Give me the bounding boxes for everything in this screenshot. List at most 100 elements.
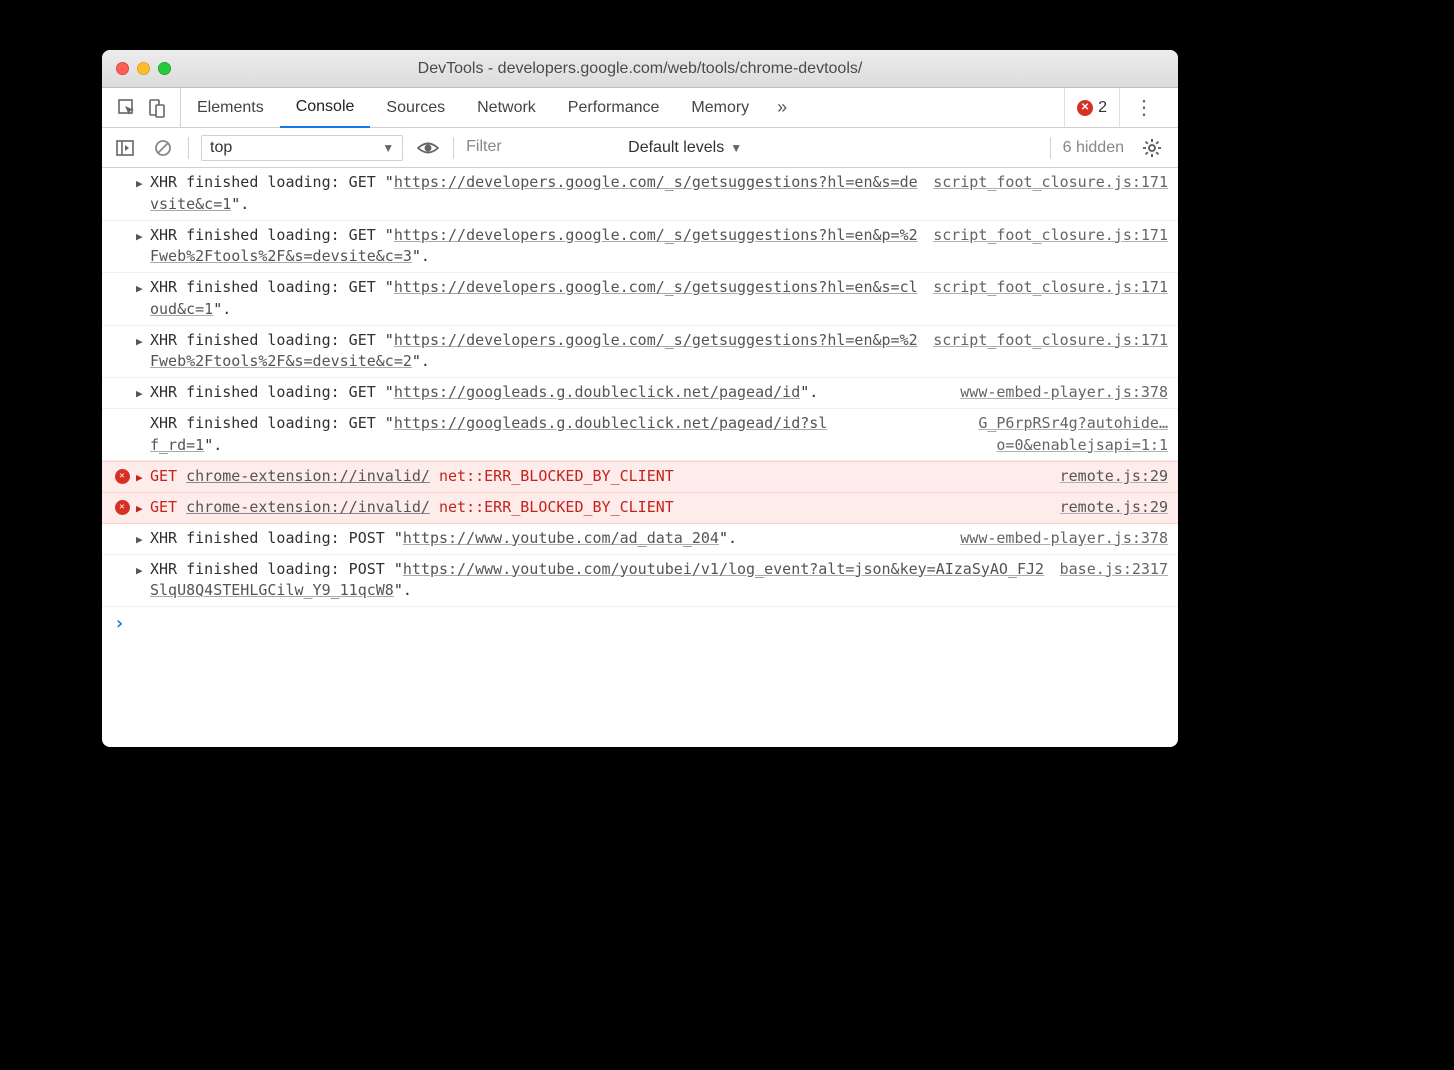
message-url[interactable]: https://googleads.g.doubleclick.net/page… <box>394 383 800 401</box>
source-link[interactable]: base.js:2317 <box>1060 560 1168 578</box>
tab-memory[interactable]: Memory <box>675 88 765 127</box>
message-gutter <box>108 277 136 280</box>
console-message[interactable]: ▶GET chrome-extension://invalid/ net::ER… <box>102 493 1178 524</box>
expand-toggle-icon[interactable]: ▶ <box>136 277 150 297</box>
message-gutter <box>108 382 136 385</box>
message-url[interactable]: https://www.youtube.com/ad_data_204 <box>403 529 719 547</box>
expand-toggle-icon[interactable]: ▶ <box>136 466 150 486</box>
window-title: DevTools - developers.google.com/web/too… <box>102 60 1178 78</box>
source-link[interactable]: G_P6rpRSr4g?autohide…o=0&enablejsapi=1:1 <box>978 414 1168 454</box>
message-url[interactable]: chrome-extension://invalid/ <box>186 467 430 485</box>
zoom-window-button[interactable] <box>158 62 171 75</box>
expand-toggle-icon[interactable]: ▶ <box>136 497 150 517</box>
devtools-tabbar: Elements Console Sources Network Perform… <box>102 88 1178 128</box>
message-text: XHR finished loading: GET "https://googl… <box>150 413 848 457</box>
hidden-messages-count[interactable]: 6 hidden <box>1063 139 1124 157</box>
console-message[interactable]: ▶GET chrome-extension://invalid/ net::ER… <box>102 461 1178 493</box>
message-source: www-embed-player.js:378 <box>960 382 1168 404</box>
settings-menu-icon[interactable]: ⋮ <box>1119 88 1168 127</box>
message-url[interactable]: https://developers.google.com/_s/getsugg… <box>150 331 918 371</box>
execution-context-selector[interactable]: top ▼ <box>201 135 403 161</box>
error-count-badge[interactable]: 2 <box>1064 88 1119 127</box>
console-message[interactable]: ▶XHR finished loading: GET "https://deve… <box>102 326 1178 379</box>
expand-toggle-icon[interactable]: ▶ <box>136 382 150 402</box>
source-link[interactable]: remote.js:29 <box>1060 467 1168 485</box>
message-gutter <box>108 497 136 515</box>
live-expression-icon[interactable] <box>415 135 441 161</box>
console-output[interactable]: ▶XHR finished loading: GET "https://deve… <box>102 168 1178 607</box>
message-gutter <box>108 330 136 333</box>
console-message[interactable]: ▶XHR finished loading: GET "https://deve… <box>102 168 1178 221</box>
traffic-lights <box>116 62 171 75</box>
message-text: XHR finished loading: POST "https://www.… <box>150 559 1060 603</box>
console-message[interactable]: ▶XHR finished loading: GET "https://goog… <box>102 378 1178 409</box>
close-window-button[interactable] <box>116 62 129 75</box>
message-gutter <box>108 559 136 562</box>
source-link[interactable]: www-embed-player.js:378 <box>960 529 1168 547</box>
chevron-down-icon: ▼ <box>382 141 394 155</box>
message-source: www-embed-player.js:378 <box>960 528 1168 550</box>
tab-elements[interactable]: Elements <box>181 88 280 127</box>
message-source: remote.js:29 <box>1060 497 1168 519</box>
console-message[interactable]: ▶XHR finished loading: POST "https://www… <box>102 524 1178 555</box>
message-text: GET chrome-extension://invalid/ net::ERR… <box>150 497 1060 519</box>
expand-toggle-icon[interactable]: ▶ <box>136 225 150 245</box>
context-value: top <box>210 139 232 157</box>
message-text: XHR finished loading: GET "https://googl… <box>150 382 960 404</box>
inspect-element-icon[interactable] <box>112 88 142 127</box>
message-source: base.js:2317 <box>1060 559 1168 581</box>
console-message[interactable]: XHR finished loading: GET "https://googl… <box>102 409 1178 462</box>
filter-input[interactable] <box>466 135 616 161</box>
message-url[interactable]: chrome-extension://invalid/ <box>186 498 430 516</box>
message-text: GET chrome-extension://invalid/ net::ERR… <box>150 466 1060 488</box>
console-message[interactable]: ▶XHR finished loading: POST "https://www… <box>102 555 1178 608</box>
error-count: 2 <box>1098 99 1107 117</box>
inspect-dock-group <box>112 88 181 127</box>
message-source: script_foot_closure.js:171 <box>933 225 1168 247</box>
tab-performance[interactable]: Performance <box>552 88 676 127</box>
console-prompt[interactable] <box>102 607 1178 747</box>
console-message[interactable]: ▶XHR finished loading: GET "https://deve… <box>102 221 1178 274</box>
tab-console[interactable]: Console <box>280 89 371 128</box>
message-url[interactable]: https://googleads.g.doubleclick.net/page… <box>150 414 827 454</box>
minimize-window-button[interactable] <box>137 62 150 75</box>
toggle-device-toolbar-icon[interactable] <box>142 88 172 127</box>
chevron-down-icon: ▼ <box>730 141 742 155</box>
log-levels-selector[interactable]: Default levels ▼ <box>628 139 742 157</box>
expand-toggle-icon[interactable]: ▶ <box>136 559 150 579</box>
error-icon <box>115 500 130 515</box>
source-link[interactable]: script_foot_closure.js:171 <box>933 331 1168 349</box>
message-url[interactable]: https://developers.google.com/_s/getsugg… <box>150 226 918 266</box>
toggle-console-sidebar-icon[interactable] <box>112 135 138 161</box>
tabs-overflow-icon[interactable]: » <box>765 97 799 118</box>
source-link[interactable]: www-embed-player.js:378 <box>960 383 1168 401</box>
tab-network[interactable]: Network <box>461 88 552 127</box>
console-toolbar: top ▼ Default levels ▼ 6 hidden <box>102 128 1178 168</box>
message-gutter <box>108 466 136 484</box>
message-gutter <box>108 413 136 416</box>
expand-toggle-icon <box>136 413 150 417</box>
window-titlebar: DevTools - developers.google.com/web/too… <box>102 50 1178 88</box>
message-gutter <box>108 172 136 175</box>
source-link[interactable]: script_foot_closure.js:171 <box>933 278 1168 296</box>
source-link[interactable]: script_foot_closure.js:171 <box>933 173 1168 191</box>
source-link[interactable]: remote.js:29 <box>1060 498 1168 516</box>
expand-toggle-icon[interactable]: ▶ <box>136 330 150 350</box>
message-gutter <box>108 225 136 228</box>
console-settings-icon[interactable] <box>1136 138 1168 158</box>
message-url[interactable]: https://www.youtube.com/youtubei/v1/log_… <box>150 560 1044 600</box>
message-text: XHR finished loading: GET "https://devel… <box>150 225 933 269</box>
console-message[interactable]: ▶XHR finished loading: GET "https://deve… <box>102 273 1178 326</box>
expand-toggle-icon[interactable]: ▶ <box>136 172 150 192</box>
tab-sources[interactable]: Sources <box>370 88 461 127</box>
source-link[interactable]: script_foot_closure.js:171 <box>933 226 1168 244</box>
levels-label: Default levels <box>628 139 724 157</box>
message-text: XHR finished loading: GET "https://devel… <box>150 172 933 216</box>
message-url[interactable]: https://developers.google.com/_s/getsugg… <box>150 278 918 318</box>
message-text: XHR finished loading: GET "https://devel… <box>150 330 933 374</box>
message-url[interactable]: https://developers.google.com/_s/getsugg… <box>150 173 918 213</box>
clear-console-icon[interactable] <box>150 135 176 161</box>
message-source: script_foot_closure.js:171 <box>933 277 1168 299</box>
error-icon <box>1077 100 1093 116</box>
expand-toggle-icon[interactable]: ▶ <box>136 528 150 548</box>
